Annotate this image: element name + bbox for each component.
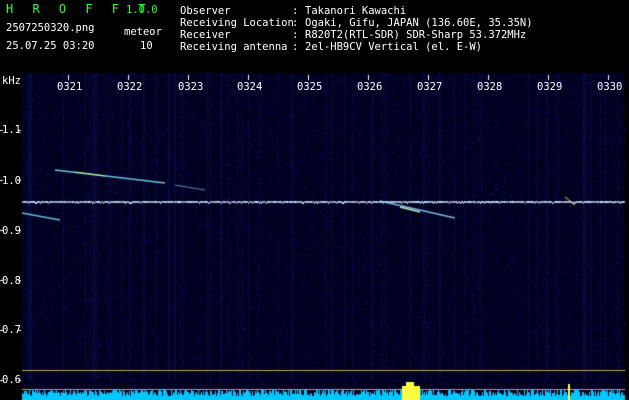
time-tick-label: 0324 [237,81,263,93]
info-key-antenna: Receiving antenna [180,41,288,53]
freq-tick-label: 1.1 [2,124,21,136]
info-sep: : [292,41,299,53]
info-sep: : [292,5,299,17]
freq-tick-label: 0.9 [2,225,21,237]
info-key-receiver: Receiver [180,29,231,41]
info-value-antenna: 2el-HB9CV Vertical (el. E-W) [305,41,483,53]
file-datetime: 25.07.25 03:20 [6,40,95,52]
time-tick-label: 0321 [57,81,83,93]
freq-tick-label: 0.8 [2,275,21,287]
info-sep: : [292,17,299,29]
freq-tick-label: 1.0 [2,175,21,187]
time-tick-label: 0326 [357,81,383,93]
time-tick-label: 0323 [178,81,204,93]
freq-tick-label: 0.6 [2,374,21,386]
info-value-location: Ogaki, Gifu, JAPAN (136.60E, 35.35N) [305,17,533,29]
meteor-label: meteor [124,26,162,38]
time-tick-label: 0328 [477,81,503,93]
time-tick-label: 0330 [597,81,623,93]
info-value-receiver: R820T2(RTL-SDR) SDR-Sharp 53.372MHz [305,29,527,41]
spectrogram-plot [0,0,629,400]
app-version: 1.0.0 [126,4,158,16]
time-tick-label: 0322 [117,81,143,93]
info-value-observer: Takanori Kawachi [305,5,407,17]
info-key-observer: Observer [180,5,231,17]
freq-tick-label: 0.7 [2,324,21,336]
freq-unit-label: kHz [2,75,21,87]
time-tick-label: 0327 [417,81,443,93]
info-sep: : [292,29,299,41]
file-name: 2507250320.png [6,22,95,34]
meteor-count: 10 [140,40,153,52]
info-key-location: Receiving Location [180,17,294,29]
time-tick-label: 0325 [297,81,323,93]
time-tick-label: 0329 [537,81,563,93]
